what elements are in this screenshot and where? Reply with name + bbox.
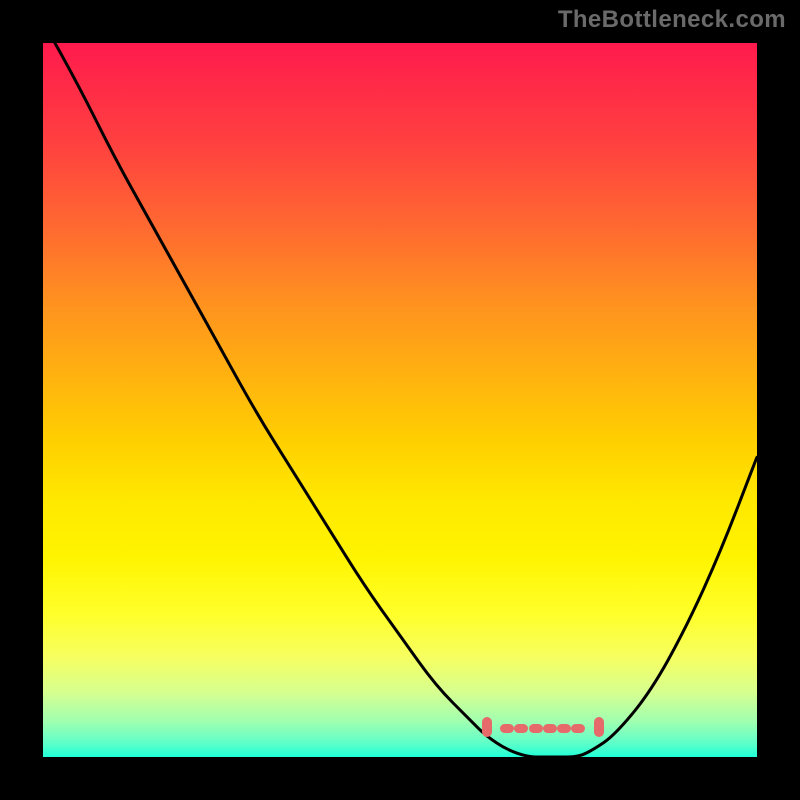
optimal-range-end-icon: [594, 717, 604, 737]
plot-area: [43, 43, 757, 757]
optimal-range-ticks: [486, 719, 600, 735]
bottleneck-curve: [43, 43, 757, 757]
watermark-text: TheBottleneck.com: [558, 6, 786, 34]
optimal-range-tick-icon: [514, 724, 528, 733]
optimal-range-tick-icon: [529, 724, 543, 733]
optimal-range-tick-icon: [543, 724, 557, 733]
optimal-range-start-icon: [482, 717, 492, 737]
optimal-range-tick-icon: [500, 724, 514, 733]
optimal-range-tick-icon: [557, 724, 571, 733]
optimal-range-tick-icon: [571, 724, 585, 733]
chart-frame: TheBottleneck.com: [0, 0, 800, 800]
